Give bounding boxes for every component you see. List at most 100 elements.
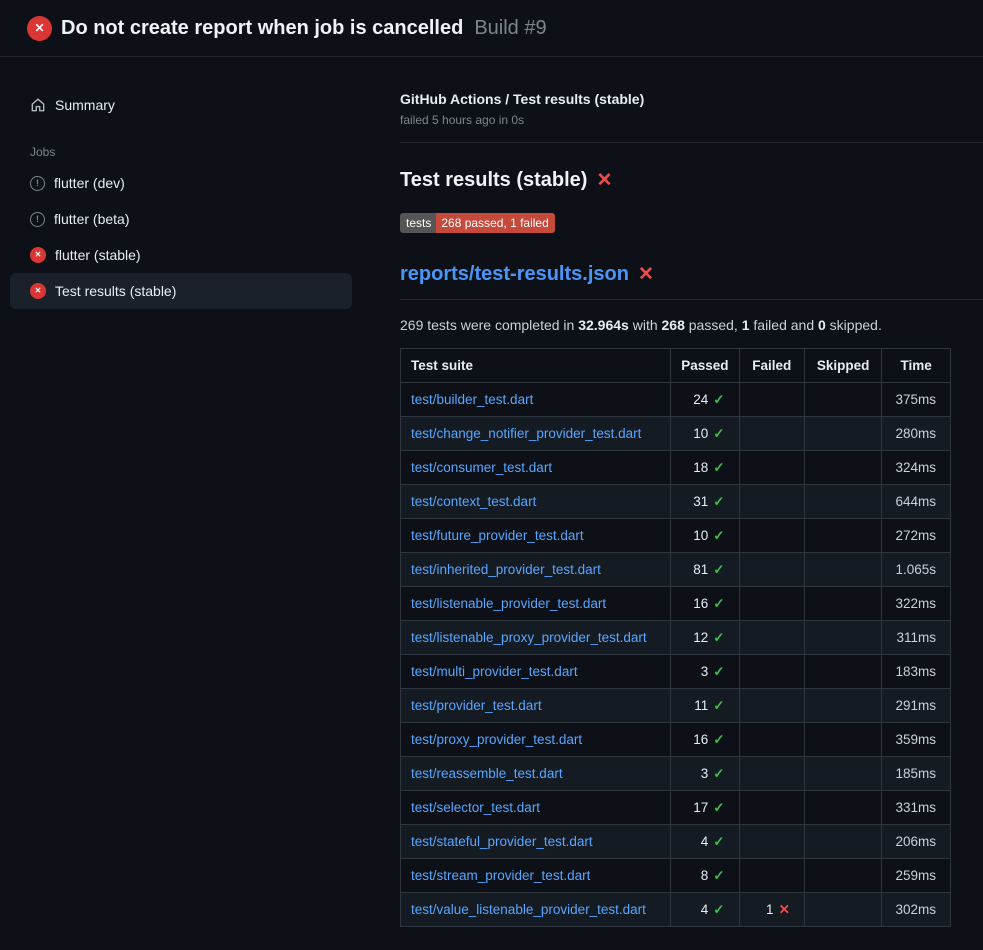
passed-count: 17	[693, 800, 708, 815]
skipped-cell	[804, 689, 881, 723]
suite-link[interactable]: test/selector_test.dart	[411, 800, 540, 815]
check-icon: ✓	[713, 664, 724, 679]
time-cell: 359ms	[882, 723, 951, 757]
run-title: Do not create report when job is cancell…	[61, 17, 463, 40]
job-neutral-icon: !	[30, 176, 45, 191]
passed-cell: 12✓	[671, 621, 739, 655]
time-cell: 322ms	[882, 587, 951, 621]
table-row: test/consumer_test.dart18✓324ms	[401, 451, 951, 485]
failed-cell	[739, 485, 804, 519]
jobs-sidebar: Summary Jobs ! flutter (dev) ! flutter (…	[0, 57, 376, 309]
skipped-cell	[804, 791, 881, 825]
suite-link[interactable]: test/future_provider_test.dart	[411, 528, 584, 543]
passed-cell: 31✓	[671, 485, 739, 519]
time-cell: 324ms	[882, 451, 951, 485]
suite-link[interactable]: test/context_test.dart	[411, 494, 536, 509]
suite-link[interactable]: test/multi_provider_test.dart	[411, 664, 578, 679]
suite-link[interactable]: test/value_listenable_provider_test.dart	[411, 902, 646, 917]
sidebar-item-summary[interactable]: Summary	[10, 87, 352, 123]
time-cell: 375ms	[882, 383, 951, 417]
table-header-row: Test suite Passed Failed Skipped Time	[401, 349, 951, 383]
suite-link[interactable]: test/provider_test.dart	[411, 698, 542, 713]
failed-cell	[739, 417, 804, 451]
col-failed: Failed	[739, 349, 804, 383]
breadcrumb: GitHub Actions / Test results (stable)	[400, 91, 983, 107]
tests-status-badge: tests 268 passed, 1 failed	[400, 213, 555, 233]
suite-cell: test/value_listenable_provider_test.dart	[401, 893, 671, 927]
suite-cell: test/future_provider_test.dart	[401, 519, 671, 553]
passed-cell: 16✓	[671, 723, 739, 757]
results-table-body: test/builder_test.dart 24✓ 375ms test/chang…	[401, 383, 951, 927]
sidebar-summary-label: Summary	[55, 97, 115, 113]
skipped-cell	[804, 757, 881, 791]
failed-cell	[739, 587, 804, 621]
failed-cell	[739, 825, 804, 859]
suite-cell: test/multi_provider_test.dart	[401, 655, 671, 689]
sidebar-item-flutter-dev[interactable]: ! flutter (dev)	[10, 165, 352, 201]
failed-cell	[739, 451, 804, 485]
skipped-cell	[804, 655, 881, 689]
skipped-cell	[804, 485, 881, 519]
suite-cell: test/provider_test.dart	[401, 689, 671, 723]
suite-link[interactable]: test/builder_test.dart	[411, 392, 533, 407]
passed-count: 8	[701, 868, 709, 883]
check-icon: ✓	[713, 800, 724, 815]
failed-cell	[739, 723, 804, 757]
suite-cell: test/stateful_provider_test.dart	[401, 825, 671, 859]
passed-count: 31	[693, 494, 708, 509]
suite-link[interactable]: test/proxy_provider_test.dart	[411, 732, 582, 747]
suite-cell: test/inherited_provider_test.dart	[401, 553, 671, 587]
passed-cell: 17 ✓	[671, 791, 739, 825]
suite-link[interactable]: test/listenable_proxy_provider_test.dart	[411, 630, 647, 645]
table-row: test/selector_test.dart17✓331ms	[401, 791, 951, 825]
check-icon: ✓	[713, 596, 724, 611]
time-cell: 302ms	[882, 893, 951, 927]
col-passed: Passed	[671, 349, 739, 383]
sidebar-item-test-results-stable[interactable]: ✕ Test results (stable)	[10, 273, 352, 309]
time-cell: 272ms	[882, 519, 951, 553]
divider	[400, 142, 983, 143]
skipped-cell	[804, 451, 881, 485]
suite-link[interactable]: test/stream_provider_test.dart	[411, 868, 590, 883]
check-icon: ✓	[713, 902, 724, 917]
job-detail-panel: GitHub Actions / Test results (stable) f…	[376, 57, 983, 927]
suite-link[interactable]: test/change_notifier_provider_test.dart	[411, 426, 641, 441]
passed-count: 3	[701, 766, 709, 781]
sidebar-item-flutter-beta[interactable]: ! flutter (beta)	[10, 201, 352, 237]
skipped-cell	[804, 825, 881, 859]
check-icon: ✓	[713, 562, 724, 577]
report-title-link[interactable]: reports/test-results.json	[400, 263, 629, 286]
summary-failed: 1	[742, 317, 750, 333]
passed-count: 4	[701, 902, 709, 917]
skipped-cell	[804, 417, 881, 451]
passed-cell: 24✓	[671, 383, 739, 417]
failed-cell	[739, 655, 804, 689]
skipped-cell	[804, 859, 881, 893]
report-heading: reports/test-results.json ✕	[400, 263, 983, 300]
summary-passed: 268	[662, 317, 685, 333]
failed-x-icon: ✕	[638, 265, 654, 284]
failed-x-icon: ✕	[596, 171, 612, 190]
time-cell: 1.065s	[882, 553, 951, 587]
table-row: test/listenable_proxy_provider_test.dart…	[401, 621, 951, 655]
failed-cell	[739, 383, 804, 417]
suite-link[interactable]: test/reassemble_test.dart	[411, 766, 563, 781]
badge-value: 268 passed, 1 failed	[436, 213, 554, 233]
check-icon: ✓	[713, 528, 724, 543]
job-label: flutter (stable)	[55, 247, 141, 263]
suite-link[interactable]: test/consumer_test.dart	[411, 460, 552, 475]
check-icon: ✓	[713, 698, 724, 713]
suite-link[interactable]: test/inherited_provider_test.dart	[411, 562, 601, 577]
sidebar-item-flutter-stable[interactable]: ✕ flutter (stable)	[10, 237, 352, 273]
job-failed-icon: ✕	[30, 283, 46, 299]
passed-cell: 10✓	[671, 519, 739, 553]
check-icon: ✓	[713, 834, 724, 849]
table-row: test/proxy_provider_test.dart 16✓ 359ms	[401, 723, 951, 757]
suite-link[interactable]: test/stateful_provider_test.dart	[411, 834, 593, 849]
skipped-cell	[804, 383, 881, 417]
passed-count: 11	[694, 698, 708, 713]
tests-summary-line: 269 tests were completed in 32.964s with…	[400, 317, 983, 333]
suite-link[interactable]: test/listenable_provider_test.dart	[411, 596, 606, 611]
suite-cell: test/context_test.dart	[401, 485, 671, 519]
table-row: test/future_provider_test.dart 10✓ 272ms	[401, 519, 951, 553]
